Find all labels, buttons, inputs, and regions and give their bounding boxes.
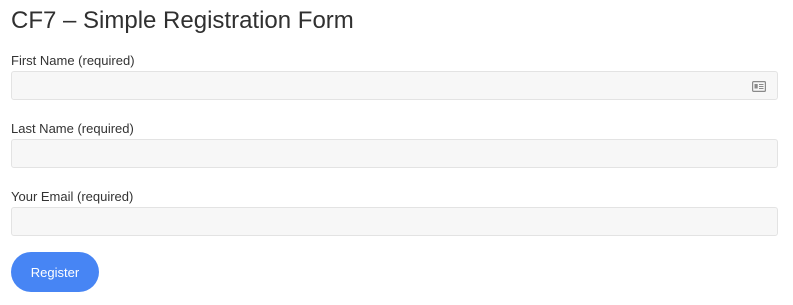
last-name-label: Last Name (required) — [11, 121, 134, 136]
form-title: CF7 – Simple Registration Form — [11, 7, 354, 34]
email-label: Your Email (required) — [11, 189, 134, 204]
first-name-label: First Name (required) — [11, 53, 135, 68]
first-name-input[interactable] — [11, 71, 778, 100]
last-name-input[interactable] — [11, 139, 778, 168]
contact-card-icon[interactable] — [752, 81, 766, 92]
register-button[interactable]: Register — [11, 252, 99, 292]
email-input[interactable] — [11, 207, 778, 236]
